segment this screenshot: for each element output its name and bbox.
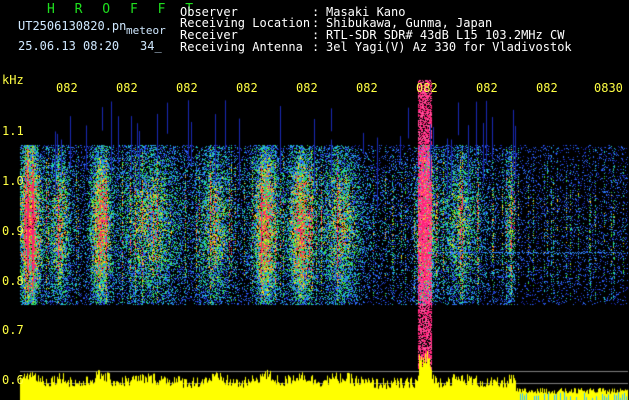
y-tick: 1.0: [2, 174, 24, 188]
x-tick: 082: [116, 81, 138, 95]
x-tick: 082: [356, 81, 378, 95]
y-axis-unit: kHz: [2, 73, 24, 87]
x-tick: 082: [236, 81, 258, 95]
x-tick: 082: [416, 81, 438, 95]
mode-label: meteor: [126, 24, 166, 37]
x-tick: 082: [296, 81, 318, 95]
y-tick: 1.1: [2, 124, 24, 138]
y-tick: 0.9: [2, 224, 24, 238]
x-tick: 0830: [594, 81, 623, 95]
x-tick: 082: [56, 81, 78, 95]
datetime: 25.06.13 08:20: [18, 39, 120, 53]
value-antenna: 3el Yagi(V) Az 330 for Vladivostok: [326, 40, 572, 54]
count: 34_: [140, 39, 162, 53]
app-title: H R O F F T: [47, 2, 200, 17]
spectrogram-canvas: [0, 0, 629, 400]
x-tick: 082: [176, 81, 198, 95]
x-tick: 082: [536, 81, 558, 95]
label-antenna: Receiving Antenna: [180, 40, 303, 54]
filename: UT2506130820.pn: [18, 19, 127, 33]
y-tick: 0.8: [2, 274, 24, 288]
y-tick: 0.7: [2, 323, 24, 337]
y-tick: 0.6: [2, 373, 24, 387]
x-tick: 082: [476, 81, 498, 95]
sep-antenna: :: [312, 40, 320, 54]
